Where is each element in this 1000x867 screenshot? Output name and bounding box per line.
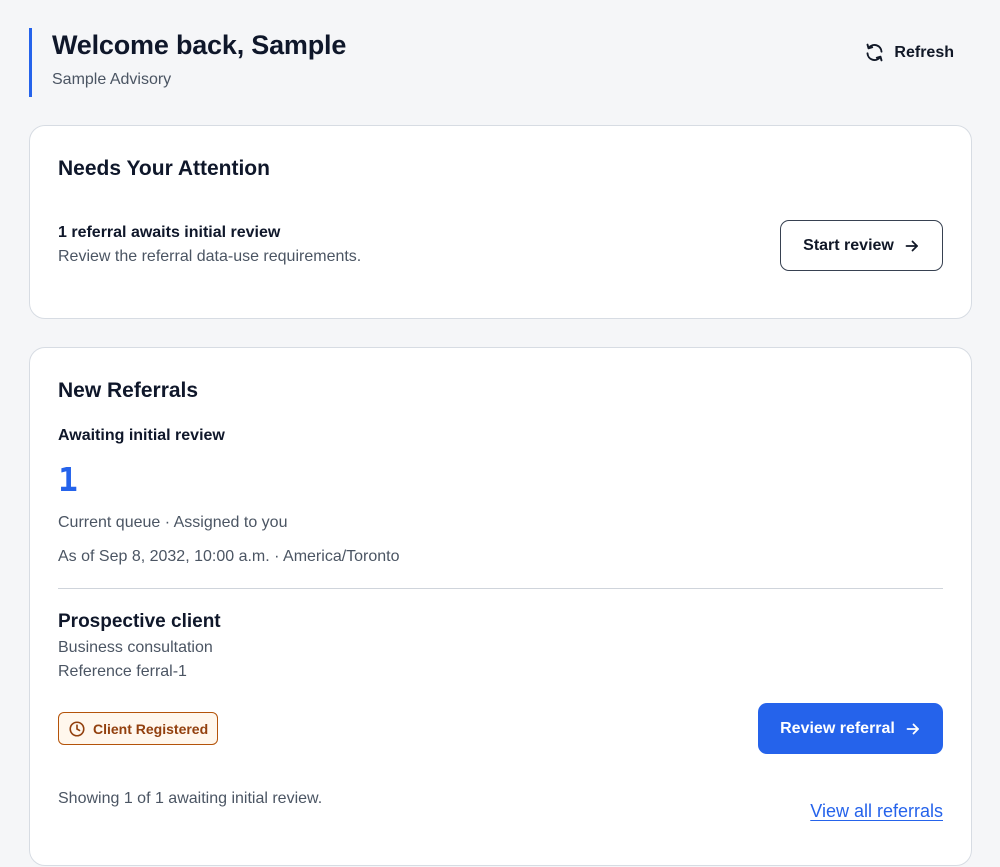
clock-icon bbox=[69, 720, 85, 737]
arrow-right-icon bbox=[906, 723, 919, 734]
new-referrals-card: New Referrals Awaiting initial review 1 … bbox=[29, 347, 972, 866]
start-review-label: Start review bbox=[803, 236, 894, 254]
page-header: Welcome back, Sample Sample Advisory bbox=[29, 28, 346, 97]
queue-text: Current queue · Assigned to you bbox=[58, 514, 288, 531]
page-title: Welcome back, Sample bbox=[52, 30, 347, 60]
status-badge-label: Client Registered bbox=[93, 720, 209, 737]
review-referral-button[interactable]: Review referral bbox=[758, 703, 943, 754]
divider bbox=[58, 588, 943, 589]
status-badge: Client Registered bbox=[58, 712, 219, 745]
start-review-button[interactable]: Start review bbox=[780, 220, 943, 271]
awaiting-review-count: 1 bbox=[58, 460, 78, 499]
arrow-right-icon bbox=[905, 240, 918, 251]
refresh-label: Refresh bbox=[894, 43, 954, 61]
attention-item-title: 1 referral awaits initial review bbox=[58, 224, 281, 241]
new-referrals-title: New Referrals bbox=[58, 379, 199, 402]
client-title: Prospective client bbox=[58, 611, 221, 632]
showing-count-text: Showing 1 of 1 awaiting initial review. bbox=[58, 790, 323, 807]
attention-item: 1 referral awaits initial review Review … bbox=[58, 223, 361, 267]
refresh-icon bbox=[866, 43, 883, 62]
needs-attention-card: Needs Your Attention 1 referral awaits i… bbox=[29, 125, 972, 319]
view-all-referrals-link[interactable]: View all referrals bbox=[810, 800, 943, 822]
organization-name: Sample Advisory bbox=[52, 71, 172, 88]
refresh-button[interactable]: Refresh bbox=[864, 42, 954, 63]
client-reference: Reference ferral-1 bbox=[58, 663, 187, 680]
attention-item-description: Review the referral data-use requirement… bbox=[58, 248, 362, 265]
as-of-timestamp: As of Sep 8, 2032, 10:00 a.m. · America/… bbox=[58, 548, 400, 565]
review-referral-label: Review referral bbox=[780, 719, 895, 737]
awaiting-review-label: Awaiting initial review bbox=[58, 427, 225, 444]
client-type: Business consultation bbox=[58, 639, 213, 656]
needs-attention-title: Needs Your Attention bbox=[58, 157, 270, 180]
